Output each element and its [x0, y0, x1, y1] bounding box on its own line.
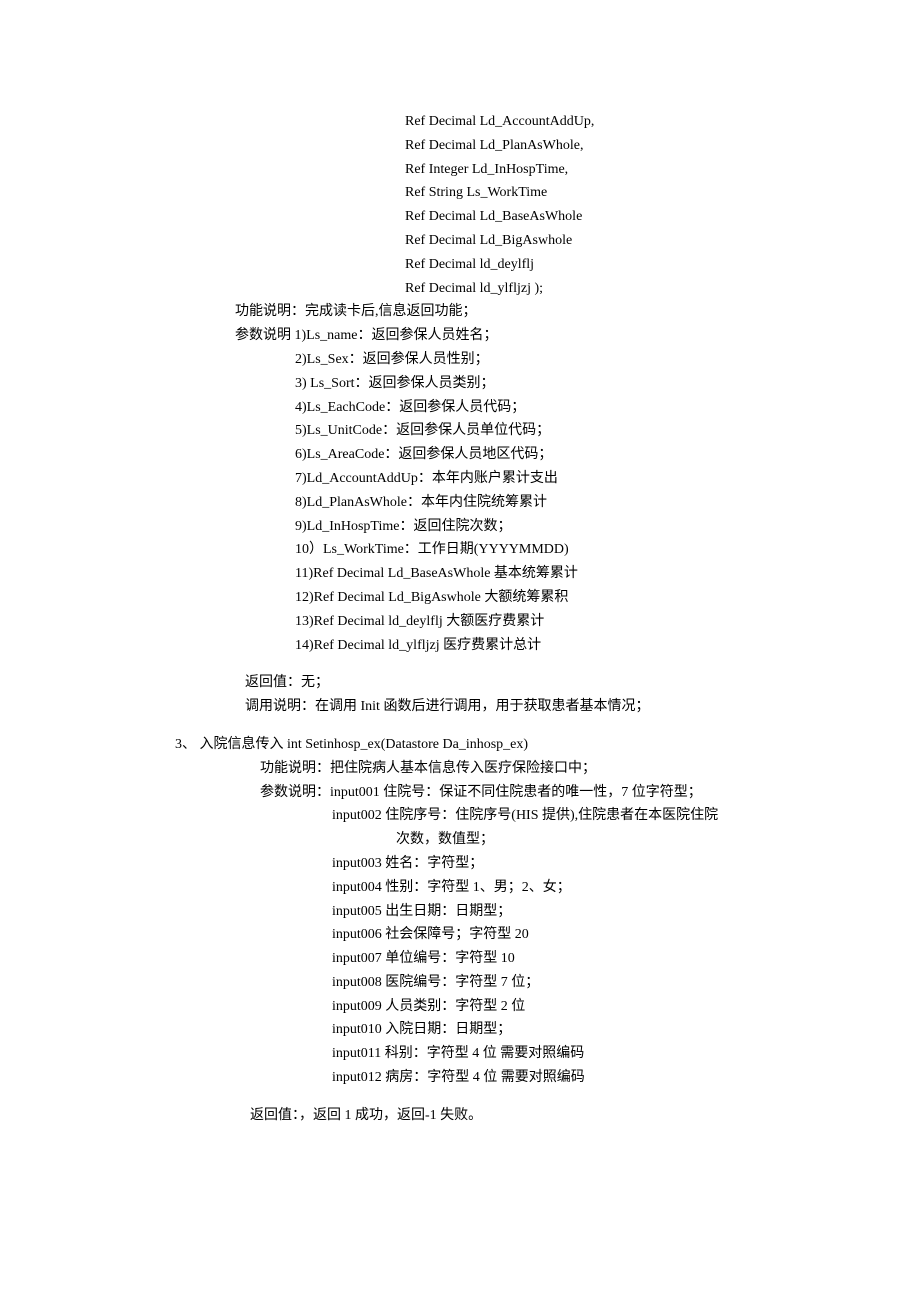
section-3-param-continuation: 次数，数值型；: [396, 828, 820, 852]
param-item: 10）Ls_WorkTime：工作日期(YYYYMMDD): [295, 538, 820, 562]
param-item: 2)Ls_Sex：返回参保人员性别；: [295, 348, 820, 372]
param-item: 8)Ld_PlanAsWhole：本年内住院统筹累计: [295, 491, 820, 515]
param-item: 9)Ld_InHospTime：返回住院次数；: [295, 515, 820, 539]
ref-param-line: Ref String Ls_WorkTime: [405, 181, 820, 205]
return-value: 返回值：无；: [245, 671, 820, 695]
section-3-param-item: input010 入院日期：日期型；: [332, 1018, 820, 1042]
section-3-param-item: input011 科别：字符型 4 位 需要对照编码: [332, 1042, 820, 1066]
ref-param-line: Ref Decimal Ld_AccountAddUp,: [405, 110, 820, 134]
param-item: 12)Ref Decimal Ld_BigAswhole 大额统筹累积: [295, 586, 820, 610]
param-item: 4)Ls_EachCode：返回参保人员代码；: [295, 396, 820, 420]
param-item: 7)Ld_AccountAddUp：本年内账户累计支出: [295, 467, 820, 491]
function-description: 功能说明：完成读卡后,信息返回功能；: [235, 300, 820, 324]
section-3-function-description: 功能说明：把住院病人基本信息传入医疗保险接口中；: [260, 757, 820, 781]
section-3-return-value: 返回值：，返回 1 成功，返回-1 失败。: [250, 1104, 820, 1128]
section-3-param-item: input012 病房：字符型 4 位 需要对照编码: [332, 1066, 820, 1090]
ref-param-line: Ref Decimal Ld_BaseAsWhole: [405, 205, 820, 229]
param-item: 13)Ref Decimal ld_deylflj 大额医疗费累计: [295, 610, 820, 634]
param-item: 6)Ls_AreaCode：返回参保人员地区代码；: [295, 443, 820, 467]
section-3-heading: 3、 入院信息传入 int Setinhosp_ex(Datastore Da_…: [175, 733, 820, 757]
param-item: 14)Ref Decimal ld_ylfljzj 医疗费累计总计: [295, 634, 820, 658]
ref-param-line: Ref Decimal Ld_BigAswhole: [405, 229, 820, 253]
section-3-param-item: input009 人员类别：字符型 2 位: [332, 995, 820, 1019]
section-3-param-item: input005 出生日期：日期型；: [332, 900, 820, 924]
param-item: 3) Ls_Sort：返回参保人员类别；: [295, 372, 820, 396]
call-description: 调用说明：在调用 Init 函数后进行调用，用于获取患者基本情况；: [245, 695, 820, 719]
ref-param-line: Ref Integer Ld_InHospTime,: [405, 158, 820, 182]
ref-param-line: Ref Decimal Ld_PlanAsWhole,: [405, 134, 820, 158]
section-3-param-item: input008 医院编号：字符型 7 位；: [332, 971, 820, 995]
ref-param-line: Ref Decimal ld_ylfljzj );: [405, 277, 820, 301]
param-item: 5)Ls_UnitCode：返回参保人员单位代码；: [295, 419, 820, 443]
param-item: 11)Ref Decimal Ld_BaseAsWhole 基本统筹累计: [295, 562, 820, 586]
section-3-param-item: input002 住院序号：住院序号(HIS 提供),住院患者在本医院住院: [332, 804, 820, 828]
ref-param-line: Ref Decimal ld_deylflj: [405, 253, 820, 277]
section-3-param-head: 参数说明：input001 住院号：保证不同住院患者的唯一性，7 位字符型；: [260, 781, 820, 805]
section-3-param-item: input006 社会保障号；字符型 20: [332, 923, 820, 947]
section-3-param-item: input007 单位编号：字符型 10: [332, 947, 820, 971]
section-3-param-item: input004 性别：字符型 1、男；2、女；: [332, 876, 820, 900]
param-description-head: 参数说明 1)Ls_name：返回参保人员姓名；: [235, 324, 820, 348]
section-3-param-item: input003 姓名：字符型；: [332, 852, 820, 876]
